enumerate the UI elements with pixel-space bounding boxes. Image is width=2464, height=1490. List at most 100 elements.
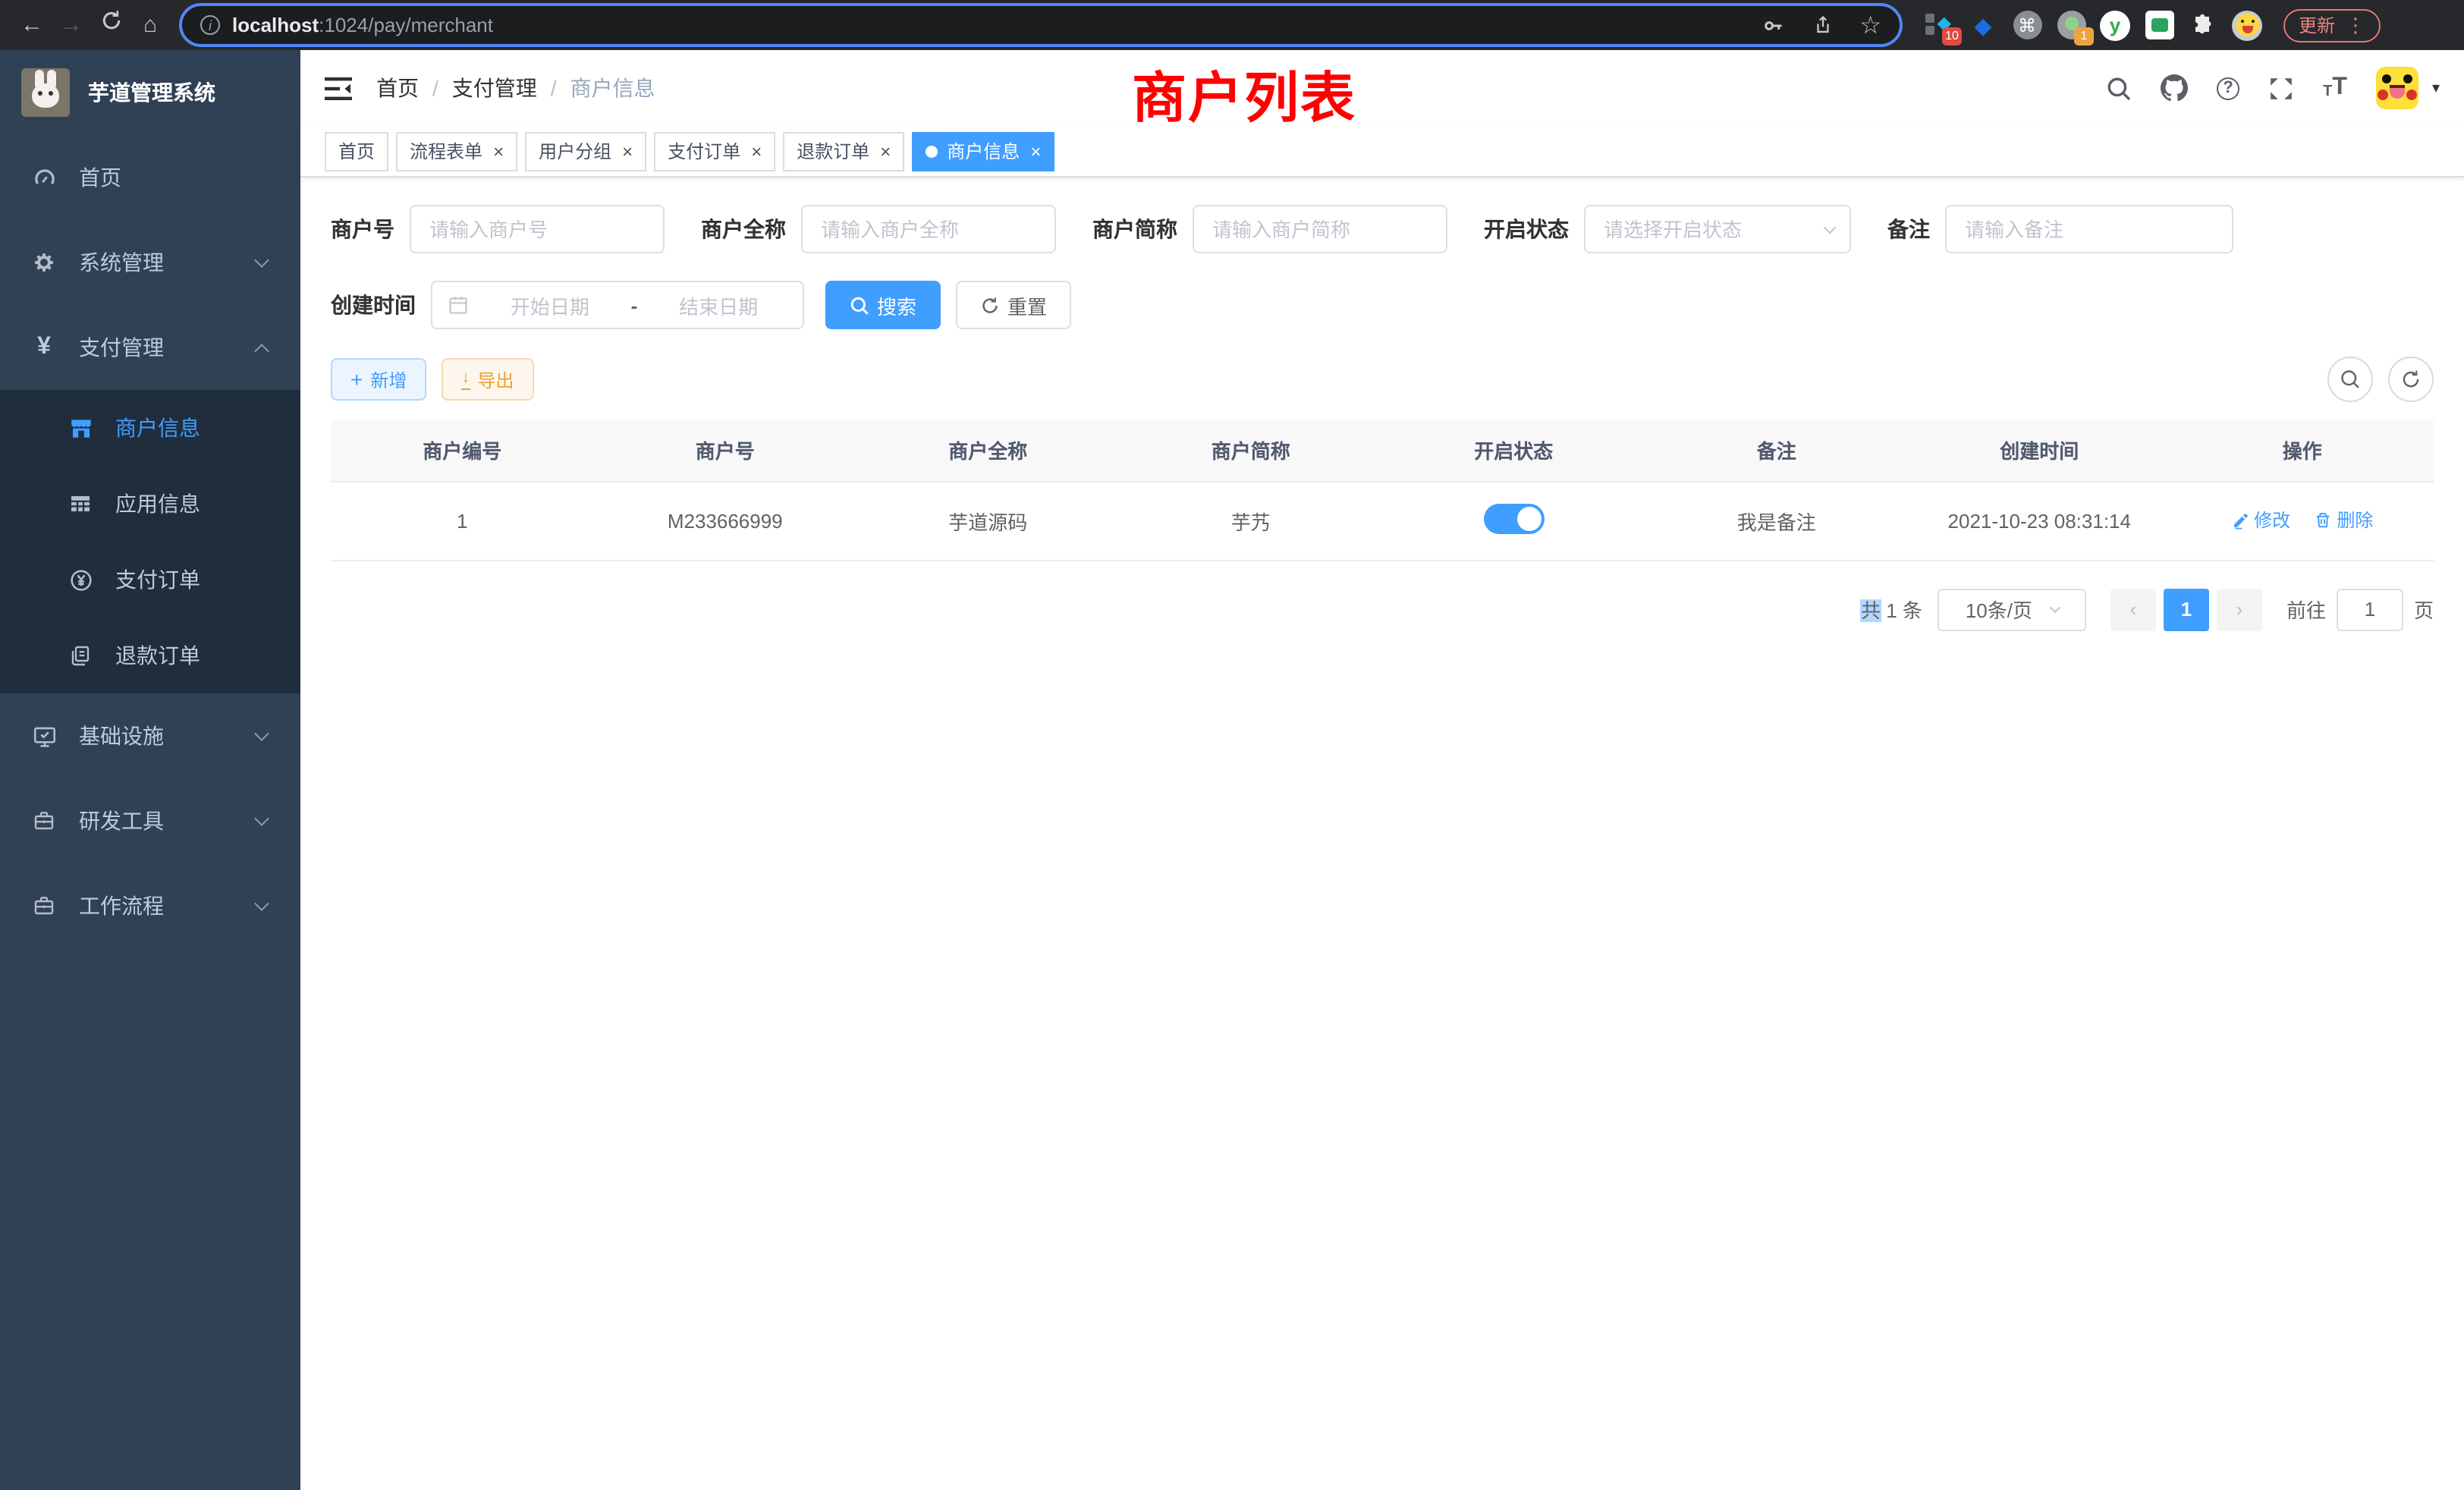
goto-page-input[interactable] (2337, 588, 2403, 630)
sidebar-item-label: 支付管理 (79, 332, 164, 363)
extension-y-icon[interactable]: y (2100, 10, 2130, 40)
col-full-name: 商户全称 (856, 420, 1120, 481)
breadcrumb-home[interactable]: 首页 (376, 73, 419, 103)
browser-forward-icon[interactable]: → (55, 0, 88, 50)
browser-reload-icon[interactable] (94, 0, 127, 50)
browser-toolbar: ← → ⌂ i localhost:1024/pay/merchant ☆ ◆ … (0, 0, 2464, 50)
grid-icon (67, 492, 94, 516)
close-icon[interactable]: × (880, 140, 891, 162)
site-info-icon[interactable]: i (200, 15, 220, 35)
extension-blocks-icon[interactable]: ◆ 10 (1924, 10, 1954, 40)
sidebar-item-label: 系统管理 (79, 247, 164, 278)
prev-page-button[interactable]: ‹ (2110, 588, 2156, 630)
extension-chat-icon[interactable] (2144, 10, 2174, 40)
sidebar-item-label: 研发工具 (79, 806, 164, 836)
sidebar-item-app-info[interactable]: 应用信息 (0, 466, 300, 542)
extensions-puzzle-icon[interactable] (2188, 10, 2218, 40)
close-icon[interactable]: × (1030, 140, 1041, 162)
goto-label: 前往 (2286, 595, 2326, 624)
sidebar-item-infra[interactable]: 基础设施 (0, 693, 300, 778)
tab-pay-order[interactable]: 支付订单× (654, 131, 775, 171)
active-tab-dot (926, 145, 938, 157)
sidebar-item-merchant-info[interactable]: 商户信息 (0, 390, 300, 466)
edit-link[interactable]: 修改 (2231, 508, 2290, 533)
font-size-icon[interactable]: TT (2323, 76, 2347, 100)
sidebar-item-dev-tools[interactable]: 研发工具 (0, 778, 300, 863)
chevron-down-icon (254, 896, 269, 911)
github-icon[interactable] (2161, 74, 2188, 102)
yen-circle-icon (67, 567, 94, 593)
breadcrumb-current: 商户信息 (570, 73, 655, 103)
browser-menu-kebab-icon[interactable]: ⋮ (2346, 13, 2365, 37)
browser-update-button[interactable]: 更新 ⋮ (2283, 8, 2381, 42)
extension-camera-icon[interactable]: 1 (2056, 10, 2086, 40)
add-button[interactable]: + 新增 (331, 358, 426, 401)
sidebar-item-pay-order[interactable]: 支付订单 (0, 542, 300, 618)
cell-full-name: 芋道源码 (856, 481, 1120, 560)
user-avatar[interactable] (2376, 67, 2418, 109)
cell-create-time: 2021-10-23 08:31:14 (1908, 481, 2171, 560)
cell-actions: 修改 删除 (2171, 481, 2434, 560)
fullscreen-icon[interactable] (2268, 75, 2294, 101)
sidebar-item-label: 支付订单 (115, 564, 200, 595)
tab-process-form[interactable]: 流程表单× (396, 131, 517, 171)
help-icon[interactable]: ? (2217, 77, 2239, 99)
refresh-table-button[interactable] (2388, 357, 2434, 402)
avatar-caret-icon[interactable]: ▾ (2432, 80, 2440, 96)
browser-home-icon[interactable]: ⌂ (134, 0, 167, 50)
reset-button[interactable]: 重置 (956, 281, 1071, 329)
search-button[interactable]: 搜索 (825, 281, 941, 329)
sidebar-item-system[interactable]: 系统管理 (0, 220, 300, 305)
close-icon[interactable]: × (493, 140, 504, 162)
bookmark-star-icon[interactable]: ☆ (1859, 10, 1881, 40)
sidebar-item-payment[interactable]: ¥ 支付管理 (0, 305, 300, 390)
sidebar-item-refund-order[interactable]: 退款订单 (0, 618, 300, 693)
col-actions: 操作 (2171, 420, 2434, 481)
share-icon[interactable] (1812, 14, 1832, 36)
page-jumper: 前往 页 (2286, 588, 2434, 630)
tab-merchant-info[interactable]: 商户信息× (912, 131, 1054, 171)
breadcrumb-payment[interactable]: 支付管理 (452, 73, 537, 103)
extension-command-icon[interactable]: ⌘ (2012, 10, 2042, 40)
filter-remark: 备注 (1887, 205, 2233, 253)
full-name-input[interactable] (801, 205, 1056, 253)
sidebar-item-label: 退款订单 (115, 640, 200, 671)
screen: ← → ⌂ i localhost:1024/pay/merchant ☆ ◆ … (0, 0, 2464, 1490)
address-bar[interactable]: i localhost:1024/pay/merchant ☆ (182, 6, 1900, 44)
short-name-input[interactable] (1193, 205, 1447, 253)
toggle-search-button[interactable] (2327, 357, 2373, 402)
filter-status: 开启状态 (1484, 205, 1851, 253)
export-button[interactable]: ↓ 导出 (442, 358, 533, 401)
status-select[interactable] (1584, 205, 1851, 253)
remark-input[interactable] (1945, 205, 2233, 253)
store-icon (67, 415, 94, 441)
close-icon[interactable]: × (751, 140, 762, 162)
yen-icon: ¥ (30, 334, 58, 361)
delete-link[interactable]: 删除 (2314, 508, 2373, 533)
tab-user-group[interactable]: 用户分组× (525, 131, 646, 171)
sidebar-toggle-icon[interactable] (325, 77, 352, 99)
url-path: :1024/pay/merchant (319, 14, 493, 36)
tab-refund-order[interactable]: 退款订单× (783, 131, 904, 171)
page-size-select[interactable]: 10条/页 (1938, 588, 2086, 630)
browser-profile-avatar[interactable] (2232, 10, 2262, 40)
page-content: 商户号 商户全称 商户简称 开启状态 (300, 178, 2464, 1490)
close-icon[interactable]: × (622, 140, 633, 162)
header-search-icon[interactable] (2106, 75, 2132, 101)
breadcrumb-separator: / (432, 76, 438, 100)
browser-back-icon[interactable]: ← (15, 0, 49, 50)
extension-gem-icon[interactable]: ◆ (1968, 10, 1998, 40)
briefcase-icon (30, 894, 58, 918)
next-page-button[interactable]: › (2217, 588, 2262, 630)
password-key-icon[interactable] (1761, 14, 1785, 36)
chevron-up-icon (254, 344, 269, 359)
sidebar-item-workflow[interactable]: 工作流程 (0, 863, 300, 948)
payment-submenu: 商户信息 应用信息 支付订单 (0, 390, 300, 693)
page-number-1[interactable]: 1 (2164, 588, 2209, 630)
sidebar-item-home[interactable]: 首页 (0, 135, 300, 220)
status-switch[interactable] (1483, 503, 1544, 533)
sidebar-logo-row[interactable]: 芋道管理系统 (0, 50, 300, 135)
merchant-no-input[interactable] (410, 205, 665, 253)
date-range-picker[interactable]: 开始日期 - 结束日期 (431, 281, 804, 329)
tab-home[interactable]: 首页 (325, 131, 388, 171)
